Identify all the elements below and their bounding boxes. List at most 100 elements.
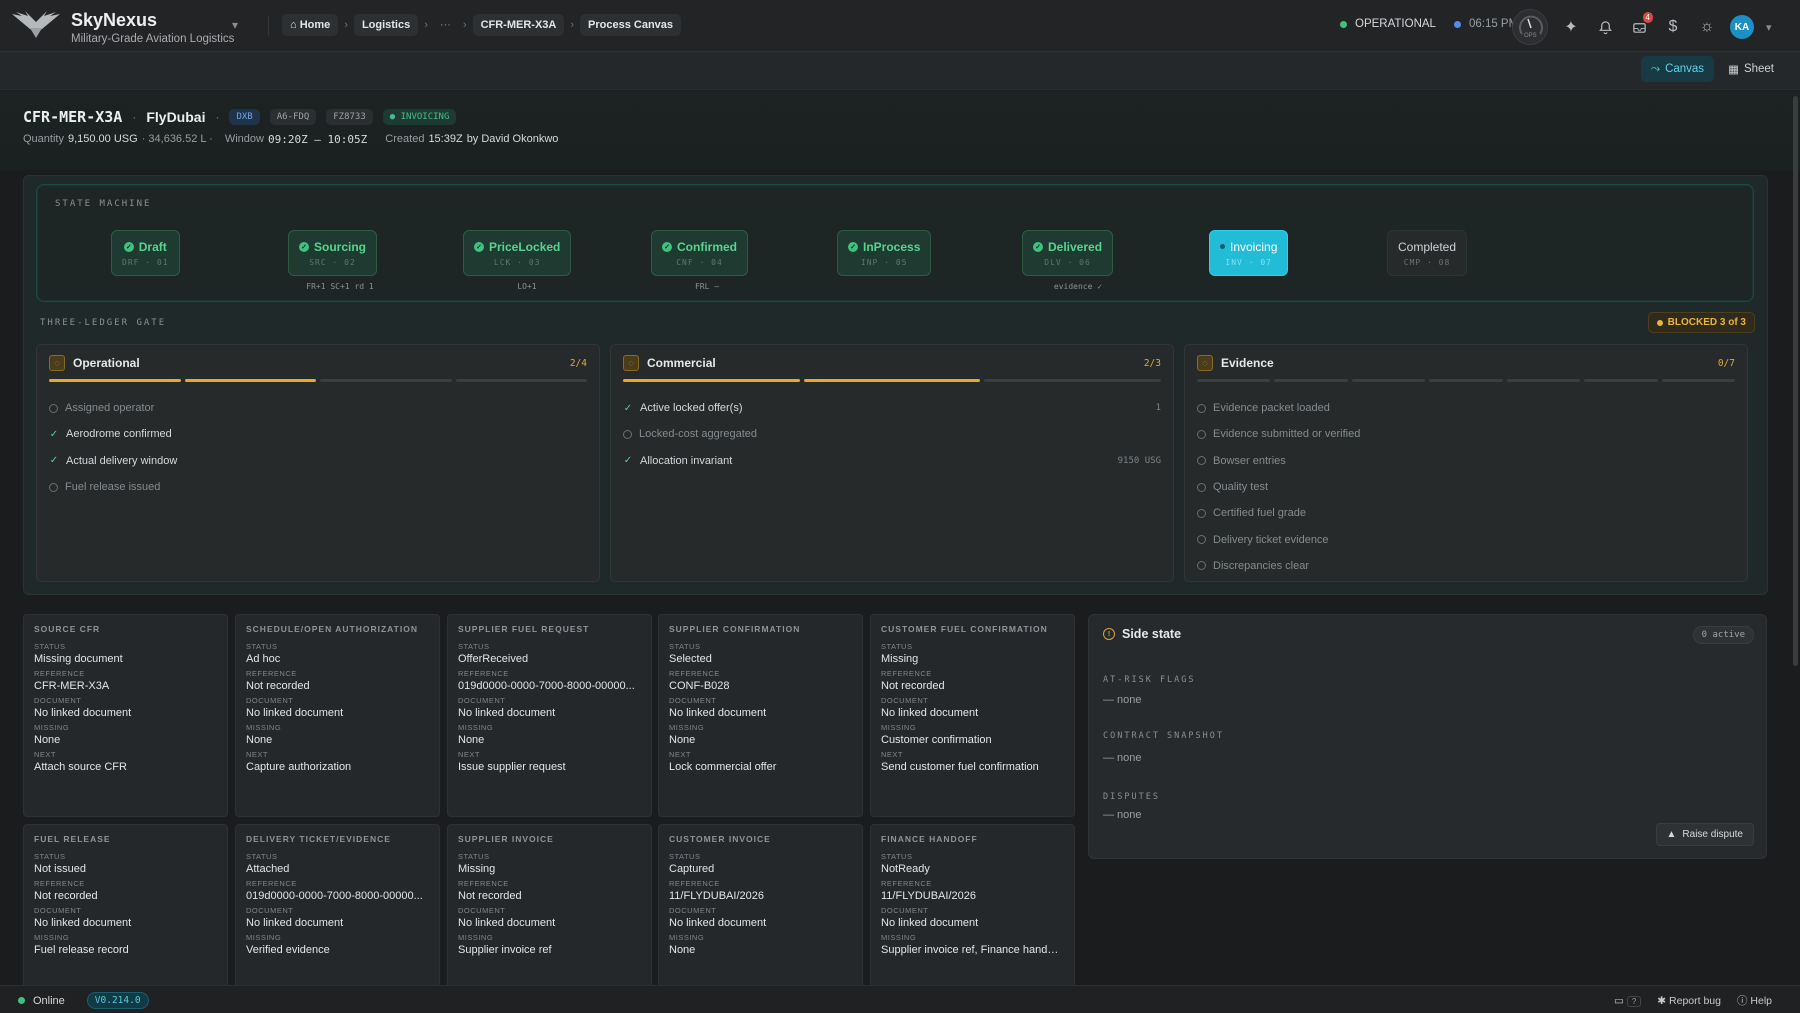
system-time: 06:15 PM [1468, 18, 1519, 30]
order-header: CFR-MER-X3A · FlyDubai · DXB A6-FDQ FZ87… [0, 90, 1800, 170]
brand[interactable]: SkyNexus Military-Grade Aviation Logisti… [71, 10, 234, 45]
at-risk-label: AT-RISK FLAGS [1103, 675, 1196, 685]
sun-icon[interactable]: ☼ [1696, 16, 1718, 38]
doc-card-supplier-fuel-request[interactable]: SUPPLIER FUEL REQUEST STATUS OfferReceived… [447, 614, 652, 817]
state-node-note: evidence ✓ [1053, 282, 1103, 291]
side-state-panel: ! Side state 0 active AT-RISK FLAGS — non… [1088, 614, 1767, 859]
ledger-item: ✓ Aerodrome confirmed [49, 428, 172, 441]
order-id: CFR-MER-X3A [23, 108, 123, 126]
ledger-item: ✓ Allocation invariant 9150 USG [623, 454, 1161, 467]
field-status: Missing [881, 653, 919, 665]
field-label: DOCUMENT [881, 696, 929, 705]
doc-card-source-cfr[interactable]: SOURCE CFR STATUS Missing document REFERENC… [23, 614, 228, 817]
state-node-confirmed[interactable]: ✓ Confirmed CNF · 04 [651, 230, 748, 276]
ledger-commercial: ◌ Commercial 2/3 ✓ Active locked offer(s) 1 Lo… [610, 344, 1174, 582]
scrollbar[interactable] [1793, 96, 1798, 666]
canvas-view-button[interactable]: ⤳ Canvas [1640, 56, 1715, 82]
state-node-code: CMP · 08 [1403, 257, 1451, 267]
breadcrumb-logistics[interactable]: Logistics [353, 14, 419, 36]
breadcrumb-ellipsis[interactable]: ··· [434, 19, 457, 31]
flight-tag: FZ8733 [326, 109, 373, 125]
progress-segment [1274, 379, 1348, 382]
breadcrumb-home[interactable]: ⌂ Home [282, 14, 339, 36]
doc-card-customer-invoice[interactable]: CUSTOMER INVOICE STATUS Captured REFERENCE 1… [658, 824, 863, 994]
state-node-code: DLV · 06 [1044, 257, 1091, 267]
state-node-title: Completed [1398, 239, 1457, 254]
skynexus-logo-icon[interactable] [8, 8, 64, 44]
chevron-down-icon[interactable]: ▾ [1766, 21, 1772, 34]
state-node-inprocess[interactable]: ✓ InProcess INP · 05 [837, 230, 932, 276]
state-node-pricelocked[interactable]: ✓ PriceLocked LCK · 03 [463, 230, 572, 276]
table-icon: ▦ [1728, 64, 1739, 76]
state-node-title: ✓ Sourcing [299, 240, 366, 254]
progress-segment [1351, 379, 1426, 382]
field-document: No linked document [246, 707, 344, 719]
field-label: MISSING [669, 933, 705, 942]
dollar-icon[interactable]: $ [1662, 16, 1684, 38]
state-node-code: LCK · 03 [493, 257, 541, 267]
doc-card-supplier-confirmation[interactable]: SUPPLIER CONFIRMATION STATUS Selected REFER… [658, 614, 863, 817]
side-state-header: ! Side state [1103, 627, 1181, 641]
field-label: DOCUMENT [34, 696, 82, 705]
ops-gauge[interactable]: OPS [1512, 9, 1548, 45]
customer-name: FlyDubai [146, 109, 206, 125]
progress-segment [1506, 379, 1581, 382]
system-status: OPERATIONAL 06:15 PM [1340, 18, 1518, 30]
field-label: MISSING [246, 723, 282, 732]
breadcrumb-order[interactable]: CFR-MER-X3A [472, 14, 565, 36]
state-node-invoicing[interactable]: Invoicing INV · 07 [1209, 230, 1289, 276]
help-button[interactable]: ⓘ Help [1737, 993, 1772, 1008]
clock-dot-icon [1453, 20, 1461, 28]
field-document: No linked document [669, 707, 767, 719]
raise-dispute-button[interactable]: ▲ Raise dispute [1655, 823, 1754, 846]
avatar[interactable]: KA [1730, 15, 1754, 39]
field-document: No linked document [458, 707, 556, 719]
gate-label: THREE-LEDGER GATE [40, 318, 167, 328]
view-bar: ⤳ Canvas ▦ Sheet [0, 52, 1800, 90]
bell-icon[interactable] [1594, 16, 1616, 38]
inbox-icon[interactable]: 4 [1628, 12, 1653, 38]
created-by: by David Okonkwo [466, 133, 559, 145]
doc-card-supplier-invoice[interactable]: SUPPLIER INVOICE STATUS Missing REFERENCE No… [447, 824, 652, 994]
field-label: DOCUMENT [246, 906, 294, 915]
field-label: REFERENCE [458, 879, 509, 888]
chevron-right-icon: › [570, 19, 575, 31]
state-node-note: FRL – [694, 282, 720, 291]
doc-card-finance-handoff[interactable]: FINANCE HANDOFF STATUS NotReady REFERENCE 11… [870, 824, 1075, 994]
keyboard-shortcuts[interactable]: ▭ ? [1614, 995, 1642, 1007]
order-title-row: CFR-MER-X3A · FlyDubai · DXB A6-FDQ FZ87… [23, 108, 457, 126]
state-node-sourcing[interactable]: ✓ Sourcing SRC · 02 [288, 230, 378, 276]
ledger-count: 0/7 [1717, 358, 1735, 369]
sparkle-icon[interactable]: ✦ [1560, 16, 1582, 38]
state-machine-label: STATE MACHINE [55, 199, 152, 209]
chevron-down-icon[interactable]: ▾ [232, 18, 238, 32]
sheet-view-button[interactable]: ▦ Sheet [1718, 56, 1784, 82]
field-reference: Not recorded [34, 890, 98, 902]
field-reference: Not recorded [246, 680, 310, 692]
ledger-count: 2/4 [569, 358, 587, 369]
doc-card-customer-fuel-confirmation[interactable]: CUSTOMER FUEL CONFIRMATION STATUS Missing R… [870, 614, 1075, 817]
doc-card-delivery-ticket-evidence[interactable]: DELIVERY TICKET/EVIDENCE STATUS Attached RE… [235, 824, 440, 994]
card-title: SCHEDULE/OPEN AUTHORIZATION [246, 624, 418, 634]
airport-tag: DXB [229, 109, 260, 125]
state-node-code: CNF · 04 [676, 257, 723, 267]
field-label: MISSING [34, 933, 70, 942]
check-icon: ✓ [49, 455, 59, 467]
progress-segment [320, 379, 452, 382]
version-badge[interactable]: V0.214.0 [86, 992, 149, 1009]
field-label: STATUS [34, 642, 66, 651]
doc-card-schedule-open-authorization[interactable]: SCHEDULE/OPEN AUTHORIZATION STATUS Ad hoc R… [235, 614, 440, 817]
warning-dot-icon [1656, 319, 1663, 326]
field-missing: Customer confirmation [881, 734, 992, 746]
state-node-title: Invoicing [1220, 240, 1277, 254]
state-node-draft[interactable]: ✓ Draft DRF · 01 [111, 230, 180, 276]
state-node-completed[interactable]: Completed CMP · 08 [1387, 230, 1468, 276]
state-node-delivered[interactable]: ✓ Delivered DLV · 06 [1022, 230, 1114, 276]
field-status: OfferReceived [458, 653, 529, 665]
ledger-header: ◌ Evidence [1197, 355, 1274, 371]
report-bug-button[interactable]: ✱ Report bug [1657, 995, 1721, 1007]
field-next: Capture authorization [246, 761, 352, 773]
home-icon: ⌂ [290, 19, 300, 31]
field-status: Attached [246, 863, 290, 875]
doc-card-fuel-release[interactable]: FUEL RELEASE STATUS Not issued REFERENCE Not… [23, 824, 228, 994]
